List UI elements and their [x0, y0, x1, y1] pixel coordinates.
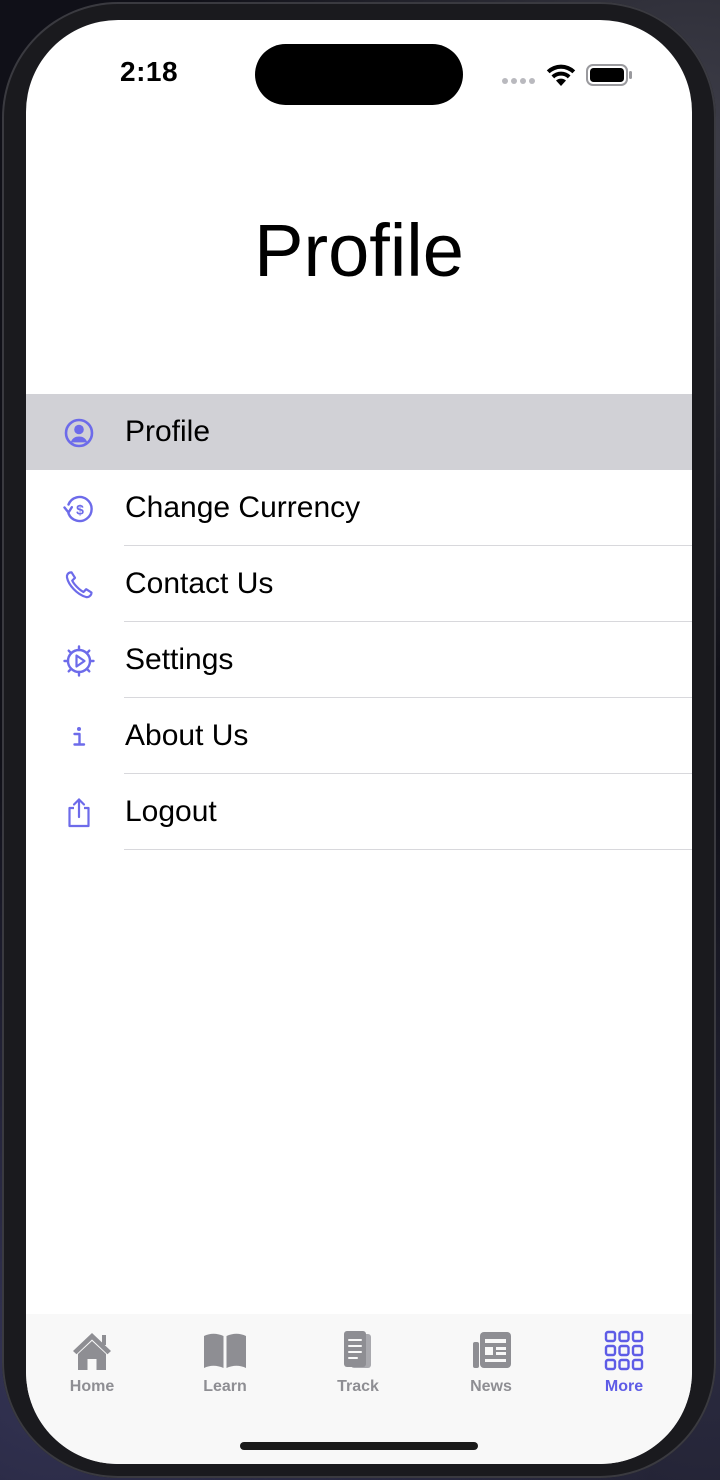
currency-exchange-icon: $	[63, 495, 93, 523]
tab-label: Track	[337, 1378, 379, 1395]
tab-bar: Home Learn Track News More	[26, 1314, 692, 1464]
phone-icon	[65, 571, 93, 599]
profile-circle-icon	[64, 418, 94, 448]
home-icon	[73, 1333, 111, 1370]
row-divider	[124, 849, 692, 850]
tab-label: Home	[69, 1378, 115, 1395]
menu-item-label: Settings	[125, 643, 234, 676]
status-time: 2:18	[120, 56, 179, 87]
gear-icon	[63, 645, 95, 677]
tab-news[interactable]: News	[436, 1330, 546, 1400]
document-icon	[344, 1331, 371, 1368]
menu-item-profile[interactable]: Profile	[26, 394, 692, 470]
menu-list: Profile $ Change Currency Contact Us Set…	[26, 394, 692, 850]
book-icon	[204, 1333, 246, 1368]
tab-home[interactable]: Home	[37, 1330, 147, 1400]
tab-label: Learn	[203, 1378, 247, 1395]
battery-icon	[586, 64, 632, 86]
tab-learn[interactable]: Learn	[170, 1330, 280, 1400]
grid-icon	[604, 1330, 644, 1371]
menu-item-label: Profile	[125, 415, 211, 448]
tab-label: News	[470, 1378, 512, 1395]
tab-more[interactable]: More	[569, 1330, 679, 1400]
menu-item-contact-us[interactable]: Contact Us	[26, 546, 692, 622]
menu-item-logout[interactable]: Logout	[26, 774, 692, 850]
newspaper-icon	[473, 1332, 511, 1368]
menu-item-label: About Us	[125, 719, 249, 752]
status-bar: 2:18	[26, 20, 692, 130]
dynamic-island	[255, 44, 463, 105]
phone-screen: 2:18 Profile Profile $ Change Currency C…	[26, 20, 692, 1464]
menu-item-change-currency[interactable]: $ Change Currency	[26, 470, 692, 546]
menu-item-about-us[interactable]: About Us	[26, 698, 692, 774]
tab-label: More	[604, 1378, 644, 1395]
menu-item-settings[interactable]: Settings	[26, 622, 692, 698]
menu-item-label: Contact Us	[125, 567, 274, 600]
tab-track[interactable]: Track	[303, 1330, 413, 1400]
menu-item-label: Logout	[125, 795, 217, 828]
home-indicator	[240, 1442, 478, 1450]
cellular-signal-icon	[502, 78, 535, 84]
wifi-icon	[546, 64, 576, 86]
menu-item-label: Change Currency	[125, 491, 361, 524]
page-title: Profile	[254, 209, 464, 292]
info-icon	[73, 727, 86, 746]
svg-text:$: $	[76, 502, 84, 518]
share-upload-icon	[68, 798, 90, 828]
